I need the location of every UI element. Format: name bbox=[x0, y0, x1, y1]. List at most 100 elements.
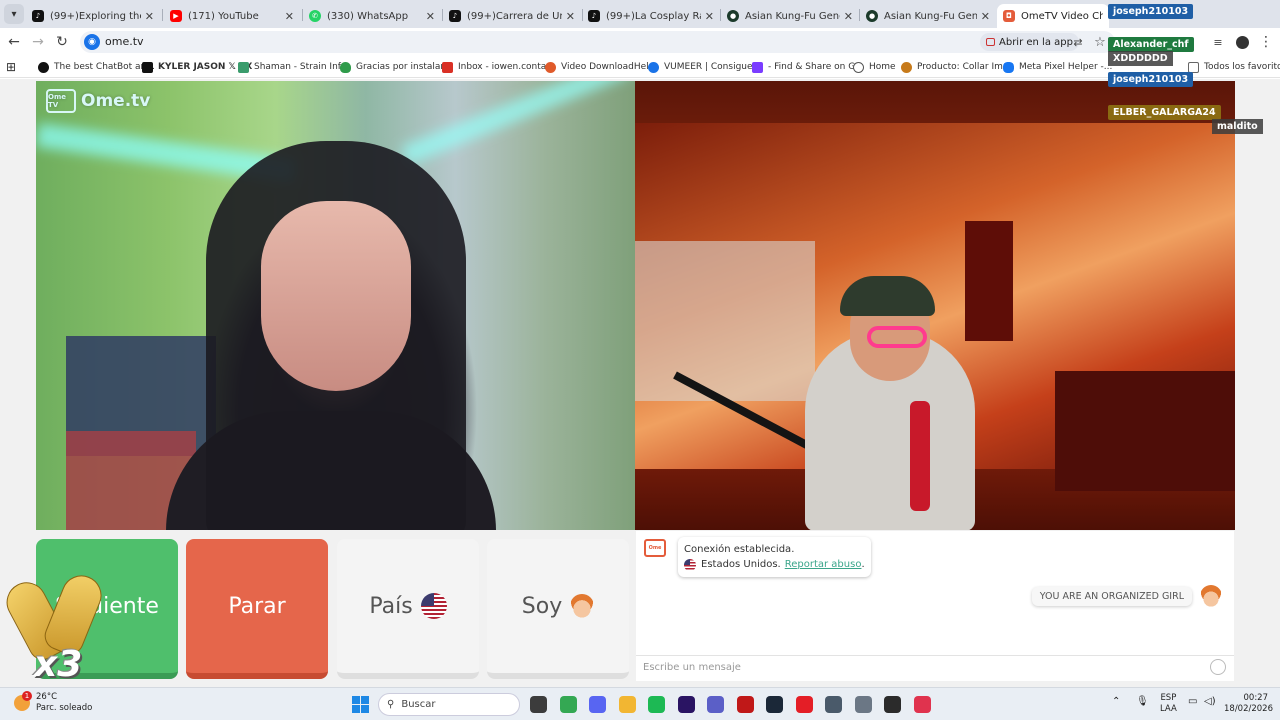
back-button[interactable]: ← bbox=[4, 32, 24, 52]
tab-ometv[interactable]: ◘ OmeTV Video Chat - bbox=[997, 4, 1109, 28]
bookmark-item[interactable]: KYLER JASON 𝕏 / X bbox=[142, 59, 252, 75]
stop-button[interactable]: Parar bbox=[186, 539, 328, 679]
message-input[interactable]: Escribe un mensaje bbox=[636, 655, 1234, 681]
gender-button[interactable]: Soy bbox=[487, 539, 629, 679]
stream-chat-overlay: joseph210103 Alexander_chf XDDDDDD josep… bbox=[1108, 0, 1280, 140]
meta-icon bbox=[1003, 61, 1014, 73]
obs-icon[interactable] bbox=[884, 696, 901, 713]
clock[interactable]: 00:27 18/02/2026 bbox=[1224, 693, 1273, 715]
language-indicator[interactable]: ESP LAA bbox=[1160, 693, 1177, 715]
kick-icon: ● bbox=[727, 10, 739, 22]
bookmark-item[interactable]: Video DownloadHel... bbox=[545, 59, 657, 75]
system-message: Conexión establecida. Estados Unidos. Re… bbox=[678, 537, 871, 577]
close-icon[interactable]: ✕ bbox=[145, 10, 154, 23]
overlay-chat-line: ELBER_GALARGA24 bbox=[1108, 104, 1221, 120]
close-icon[interactable]: ✕ bbox=[426, 10, 435, 23]
calculator-icon[interactable] bbox=[825, 696, 842, 713]
site-info-icon[interactable]: ◉ bbox=[84, 34, 100, 50]
bookmark-item[interactable]: Producto: Collar Im... bbox=[901, 59, 1011, 75]
spotify-icon[interactable] bbox=[648, 696, 665, 713]
steam-icon[interactable] bbox=[766, 696, 783, 713]
chevron-down-icon: ▾ bbox=[11, 8, 17, 20]
tab-kick-2[interactable]: ● Asian Kung-Fu Generatio ✕ bbox=[860, 4, 996, 28]
ometv-logo: Ome TV Ome.tv bbox=[46, 89, 151, 113]
self-video bbox=[635, 81, 1235, 530]
tab-search-button[interactable]: ▾ bbox=[4, 4, 24, 24]
reload-button[interactable]: ↻ bbox=[52, 32, 72, 52]
boy-emoji-icon bbox=[1200, 585, 1222, 607]
folder-icon[interactable] bbox=[618, 696, 636, 713]
leaf-icon bbox=[238, 61, 249, 73]
chevron-up-icon[interactable]: ⌃ bbox=[1112, 696, 1120, 707]
reload-icon: ↻ bbox=[56, 34, 68, 50]
windows-start-icon[interactable] bbox=[352, 696, 369, 713]
translate-icon: ⇄ bbox=[1073, 35, 1083, 49]
close-icon[interactable]: ✕ bbox=[844, 10, 853, 23]
us-flag-icon bbox=[684, 558, 696, 571]
bookmark-item[interactable]: VUMEER | Consigue... bbox=[648, 59, 761, 75]
bookmark-item[interactable]: Inbox - iowen.conta... bbox=[442, 59, 555, 75]
teams-icon[interactable] bbox=[707, 696, 724, 713]
bookmark-item[interactable]: - Find & Share on G... bbox=[752, 59, 864, 75]
bookmark-item[interactable]: Gracias por instalar... bbox=[340, 59, 452, 75]
tv-icon: Ome TV bbox=[46, 89, 76, 113]
close-icon[interactable]: ✕ bbox=[566, 10, 575, 23]
microphone-icon[interactable]: 🎙 bbox=[1136, 696, 1149, 707]
close-icon[interactable]: ✕ bbox=[705, 10, 714, 23]
tab-kick-1[interactable]: ● Asian Kung-Fu Generation ✕ bbox=[721, 4, 859, 28]
typora-icon[interactable] bbox=[913, 696, 931, 713]
tab-whatsapp[interactable]: ✆ (330) WhatsApp ✕ bbox=[303, 4, 441, 28]
weather-widget[interactable]: 1 26°C Parc. soleado bbox=[14, 691, 92, 714]
taskbar-search[interactable]: ⚲ Buscar bbox=[378, 693, 520, 716]
country-button[interactable]: País bbox=[337, 539, 479, 679]
sun-icon: 1 bbox=[14, 691, 32, 711]
tab-tiktok-3[interactable]: ♪ (99+)La Cosplay Racing 2 ✕ bbox=[582, 4, 720, 28]
files-icon[interactable] bbox=[530, 696, 547, 713]
chatgpt-icon bbox=[38, 61, 49, 73]
bookmark-item[interactable]: Home bbox=[853, 59, 896, 75]
tab-tiktok-2[interactable]: ♪ (99+)Carrera de Uma Mus ✕ bbox=[443, 4, 581, 28]
apps-button[interactable]: ⊞ bbox=[6, 59, 16, 75]
tab-youtube[interactable]: ▶ (171) YouTube ✕ bbox=[164, 4, 300, 28]
app-icon bbox=[986, 38, 995, 46]
mcafee-icon[interactable] bbox=[736, 696, 754, 713]
emoji-icon[interactable] bbox=[1210, 659, 1226, 675]
chrome-icon[interactable] bbox=[559, 696, 577, 713]
taskbar: 1 26°C Parc. soleado ⚲ Buscar ⌃ 🎙 ESP LA… bbox=[0, 687, 1280, 720]
ometv-chat-logo-icon: Ome bbox=[644, 539, 666, 557]
arrow-left-icon: ← bbox=[8, 34, 20, 50]
kick-icon: ● bbox=[866, 10, 878, 22]
x-icon bbox=[142, 61, 153, 73]
forward-button[interactable]: → bbox=[28, 32, 48, 52]
address-bar[interactable]: ◉ ome.tv Abrir en la app bbox=[80, 31, 1115, 53]
star-icon: ☆ bbox=[1094, 34, 1106, 50]
bookmark-item[interactable]: Meta Pixel Helper -... bbox=[1003, 59, 1112, 75]
overlay-chat-line: joseph210103 bbox=[1108, 71, 1194, 87]
bookmark-star-button[interactable]: ☆ bbox=[1090, 32, 1110, 52]
tab-tiktok-1[interactable]: ♪ (99+)Exploring the Fascina ✕ bbox=[26, 4, 160, 28]
volume-icon[interactable]: ◁) bbox=[1204, 696, 1216, 707]
open-in-app-button[interactable]: Abrir en la app bbox=[980, 33, 1079, 51]
tab-strip: ▾ ♪ (99+)Exploring the Fascina ✕ ▶ (171)… bbox=[0, 0, 1280, 28]
shield-icon bbox=[340, 61, 351, 73]
close-icon[interactable]: ✕ bbox=[285, 10, 294, 23]
us-flag-icon bbox=[420, 593, 447, 619]
overlay-chat-line: joseph210103 bbox=[1108, 3, 1194, 19]
close-icon[interactable]: ✕ bbox=[981, 10, 990, 23]
report-abuse-link[interactable]: Reportar abuso bbox=[785, 557, 862, 572]
url-text[interactable]: ome.tv bbox=[105, 35, 144, 48]
opera-icon[interactable] bbox=[795, 696, 813, 713]
settings-icon[interactable] bbox=[854, 696, 872, 713]
discord-icon[interactable] bbox=[589, 696, 606, 713]
tiktok-icon: ♪ bbox=[449, 10, 461, 22]
downloadhelper-icon bbox=[545, 61, 556, 73]
bookmark-item[interactable]: Shaman - Strain Inf... bbox=[238, 59, 349, 75]
overlay-chat-line: maldito bbox=[1212, 118, 1263, 134]
premiere-icon[interactable] bbox=[677, 696, 695, 713]
search-icon: ⚲ bbox=[387, 699, 395, 710]
network-icon[interactable]: ▭ bbox=[1188, 696, 1197, 707]
bookmark-item[interactable]: The best ChatBot an... bbox=[38, 59, 155, 75]
translate-button[interactable]: ⇄ bbox=[1068, 32, 1088, 52]
stranger-video: Ome TV Ome.tv bbox=[36, 81, 635, 530]
boy-emoji-icon bbox=[570, 594, 595, 618]
